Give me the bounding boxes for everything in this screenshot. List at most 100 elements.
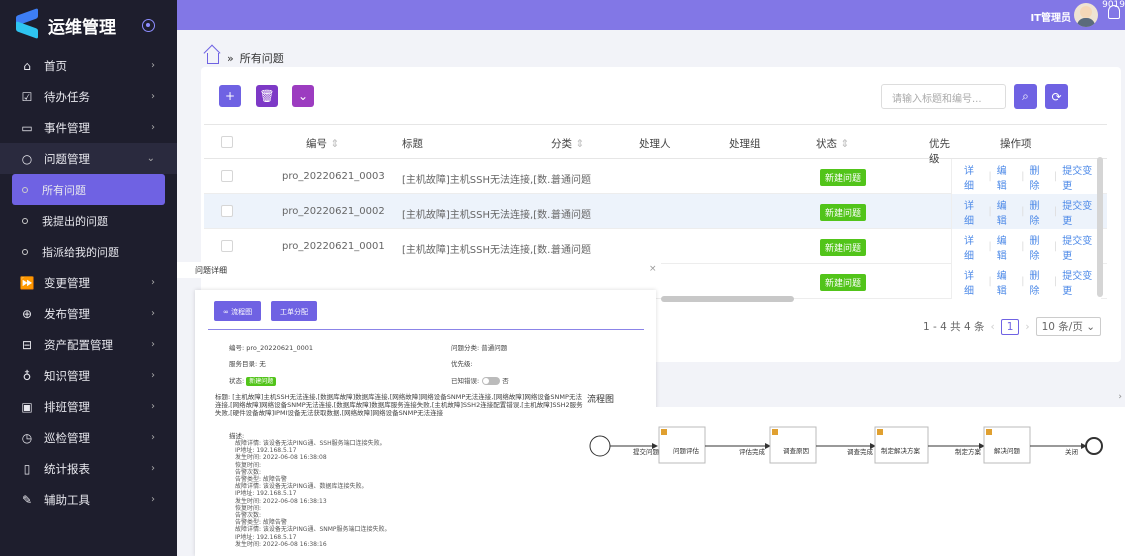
- app-title: 运维管理: [48, 17, 116, 38]
- th-id[interactable]: 编号 ⇕: [306, 136, 339, 151]
- prev-page-icon[interactable]: ‹: [991, 321, 995, 333]
- notify-count: 9019: [1102, 0, 1125, 10]
- search-button[interactable]: ⌕: [1014, 84, 1037, 109]
- sidebar-subitem-my-problems[interactable]: 我提出的问题: [0, 205, 177, 236]
- detail-link[interactable]: 详细: [964, 232, 983, 262]
- field-service: 服务目录: 无: [229, 360, 266, 368]
- delete-link[interactable]: 删除: [1030, 162, 1049, 192]
- chevron-right-icon: ›: [151, 308, 155, 319]
- home-icon[interactable]: [207, 52, 219, 64]
- field-priority: 优先级:: [451, 360, 473, 368]
- submit-change-link[interactable]: 提交变更: [1062, 162, 1101, 192]
- chevron-down-icon: ⌄: [297, 89, 309, 103]
- logo: 运维管理: [0, 0, 177, 50]
- chevron-right-icon[interactable]: ›: [1118, 392, 1122, 402]
- detail-link[interactable]: 详细: [964, 197, 983, 227]
- sidebar-item-reports[interactable]: ▯ 统计报表 ›: [0, 453, 177, 484]
- chevron-right-icon: ›: [151, 91, 155, 102]
- calendar-icon: ▣: [21, 399, 33, 414]
- chevron-right-icon: ›: [151, 339, 155, 350]
- th-status[interactable]: 状态 ⇕: [816, 136, 849, 151]
- th-group: 处理组: [729, 138, 761, 150]
- monitor-icon: ▭: [21, 120, 33, 135]
- status-badge: 新建问题: [820, 169, 867, 186]
- sidebar-item-todo[interactable]: ☑ 待办任务 ›: [0, 81, 177, 112]
- flow-node-label: 调查原因: [783, 446, 809, 455]
- delete-link[interactable]: 删除: [1030, 232, 1049, 262]
- sidebar-subitem-assigned-problems[interactable]: 指派给我的问题: [0, 236, 177, 267]
- row-actions: 详细 | 编辑 | 删除 | 提交变更: [951, 229, 1101, 264]
- field-desc-label: 描述:: [229, 432, 245, 440]
- box-icon: ⊟: [21, 337, 33, 352]
- row-checkbox[interactable]: [221, 205, 233, 217]
- submit-change-link[interactable]: 提交变更: [1062, 232, 1101, 262]
- logo-icon: [16, 12, 38, 38]
- horizontal-scrollbar[interactable]: [661, 296, 794, 302]
- dot-icon: [22, 186, 28, 193]
- known-error-toggle[interactable]: [482, 377, 501, 385]
- detail-link[interactable]: 详细: [964, 162, 983, 192]
- table-header: 编号 ⇕ 标题 分类 ⇕ 处理人 处理组 状态 ⇕ 优先级 操作项: [204, 124, 1107, 165]
- sidebar-item-knowledge[interactable]: ♁ 知识管理 ›: [0, 360, 177, 391]
- user-name[interactable]: IT管理员: [1030, 9, 1071, 24]
- flow-edge-label: 关闭: [1065, 447, 1078, 456]
- avatar[interactable]: [1074, 3, 1098, 27]
- refresh-button[interactable]: ⟳: [1045, 84, 1068, 109]
- edit-link[interactable]: 编辑: [997, 197, 1016, 227]
- refresh-icon: ⟳: [1051, 89, 1062, 104]
- flow-edge-label: 调查完成: [847, 447, 874, 456]
- submit-change-link[interactable]: 提交变更: [1062, 197, 1101, 227]
- delete-link[interactable]: 删除: [1030, 267, 1049, 297]
- chevron-right-icon: ›: [151, 432, 155, 443]
- sort-icon: ⇕: [840, 138, 850, 150]
- edit-link[interactable]: 编辑: [997, 267, 1016, 297]
- search-input[interactable]: 请输入标题和编号...: [881, 84, 1006, 109]
- page-size-select[interactable]: 10 条/页 ⌄: [1035, 317, 1101, 336]
- delete-button[interactable]: 🗑: [256, 85, 278, 107]
- edit-link[interactable]: 编辑: [997, 232, 1016, 262]
- sidebar-item-inspection[interactable]: ◷ 巡检管理 ›: [0, 422, 177, 453]
- sidebar-item-schedule[interactable]: ▣ 排班管理 ›: [0, 391, 177, 422]
- submit-change-link[interactable]: 提交变更: [1062, 267, 1101, 297]
- th-category[interactable]: 分类 ⇕: [551, 136, 584, 151]
- assign-button[interactable]: 工单分配: [271, 301, 317, 321]
- globe-icon: ⊕: [21, 306, 33, 321]
- chevron-right-icon: ›: [151, 463, 155, 474]
- edit-link[interactable]: 编辑: [997, 162, 1016, 192]
- sidebar-item-problems[interactable]: ○ 问题管理 ⌄: [0, 143, 177, 174]
- more-dropdown-button[interactable]: ⌄: [292, 85, 314, 107]
- chevron-right-icon: ›: [151, 60, 155, 71]
- row-checkbox[interactable]: [221, 170, 233, 182]
- flowchart-button[interactable]: ∞ 流程图: [214, 301, 262, 321]
- trash-icon: 🗑: [259, 89, 275, 103]
- page-number[interactable]: 1: [1000, 318, 1020, 335]
- next-page-icon[interactable]: ›: [1025, 321, 1029, 333]
- th-handler: 处理人: [639, 138, 671, 150]
- search-icon: ⌕: [1022, 89, 1029, 103]
- topbar: IT管理员 9019: [177, 0, 1125, 30]
- sidebar-item-events[interactable]: ▭ 事件管理 ›: [0, 112, 177, 143]
- breadcrumb-current: 所有问题: [239, 52, 284, 65]
- table-row: pro_20220621_0001 [主机故障]主机SSH无法连接,[数... …: [204, 229, 1107, 264]
- delete-link[interactable]: 删除: [1030, 197, 1049, 227]
- add-button[interactable]: +: [219, 85, 241, 107]
- sidebar-item-tools[interactable]: ✎ 辅助工具 ›: [0, 484, 177, 515]
- status-badge: 新建问题: [820, 204, 867, 221]
- divider: [208, 329, 644, 330]
- sidebar-item-change[interactable]: ⏩ 变更管理 ›: [0, 267, 177, 298]
- pagination-summary: 1 - 4 共 4 条: [922, 321, 985, 333]
- detail-link[interactable]: 详细: [964, 267, 983, 297]
- chevron-right-icon: ›: [151, 401, 155, 412]
- sidebar-subitem-all-problems[interactable]: 所有问题: [12, 174, 165, 205]
- close-icon[interactable]: ×: [649, 264, 657, 274]
- pagination: 1 - 4 共 4 条 ‹ 1 › 10 条/页 ⌄: [923, 317, 1101, 336]
- flowchart-area: 问题评估 调查原因 制定解决方案 解决问题 提交问题 评估完成 调查完成 制定方…: [587, 407, 1125, 556]
- chevron-right-icon: ›: [151, 494, 155, 505]
- select-all-checkbox[interactable]: [221, 136, 233, 148]
- collapse-toggle-icon[interactable]: [142, 18, 155, 32]
- vertical-scrollbar[interactable]: [1097, 157, 1103, 297]
- sidebar-item-release[interactable]: ⊕ 发布管理 ›: [0, 298, 177, 329]
- sidebar-item-home[interactable]: ⌂ 首页 ›: [0, 50, 177, 81]
- row-checkbox[interactable]: [221, 240, 233, 252]
- sidebar-item-asset[interactable]: ⊟ 资产配置管理 ›: [0, 329, 177, 360]
